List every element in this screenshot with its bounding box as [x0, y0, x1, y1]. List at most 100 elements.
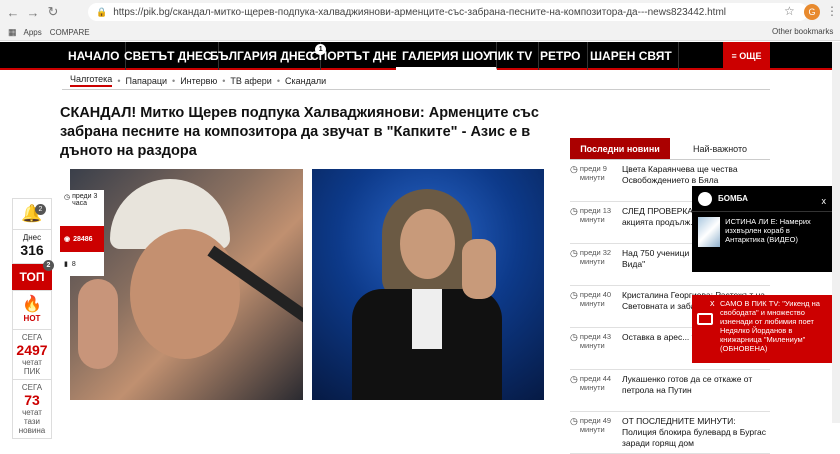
photo-hand — [78, 279, 118, 369]
clock-icon: ◷ — [570, 164, 578, 174]
list-item[interactable]: ◷ преди 44 минути Лукашенко готов да се от… — [570, 370, 770, 412]
separator: • — [222, 75, 226, 86]
nav-bulgaria-label: БЪЛГАРИЯ ДНЕС — [210, 49, 315, 63]
subnav-item[interactable]: Чалготека — [70, 74, 113, 87]
popup-thumbnail — [698, 217, 721, 247]
more-menu-button[interactable]: ≡ ОЩЕ — [723, 42, 770, 70]
close-icon[interactable]: x — [822, 196, 827, 206]
top-label: ТОП — [19, 270, 45, 284]
readers-site: СЕГА 2497 четат ПИК — [12, 330, 52, 380]
nav-pik-tv[interactable]: ПИК TV — [483, 42, 540, 70]
subnav-item[interactable]: Папараци — [125, 76, 167, 86]
clock-icon: ◷ — [570, 248, 578, 258]
star-icon[interactable]: ☆ — [784, 4, 795, 18]
scrollbar[interactable] — [832, 42, 840, 423]
news-headline: ОТ ПОСЛЕДНИТЕ МИНУТИ: Полиция блокира бу… — [622, 416, 766, 448]
nav-colorful-world[interactable]: ШАРЕН СВЯТ — [584, 42, 679, 70]
news-time-text: преди 40 минути — [579, 290, 612, 308]
today-stat: Днес 316 — [12, 230, 52, 264]
subnav-item[interactable]: ТВ афери — [230, 76, 271, 86]
popup-body: ИСТИНА ЛИ Е: Намерих изхвърлен кораб в А… — [692, 212, 832, 252]
forward-icon[interactable]: → — [26, 5, 40, 20]
posted-time: ◷ преди 3 часа — [60, 190, 104, 226]
article-photo-shterev[interactable] — [70, 169, 303, 400]
article-photo-performer[interactable] — [312, 169, 544, 400]
news-headline: Лукашенко готов да се откаже от петрола … — [622, 374, 753, 395]
comments-value: 8 — [71, 260, 76, 268]
bomb-popup[interactable]: БОМБА x ИСТИНА ЛИ Е: Намерих изхвърлен к… — [692, 186, 832, 272]
back-icon[interactable]: ← — [6, 5, 20, 20]
browser-toolbar: ← → ↻ 🔒 https://pik.bg/скандал-митко-щер… — [0, 0, 840, 24]
news-time-text: преди 13 минути — [579, 206, 612, 224]
pik-tv-popup[interactable]: x САМО В ПИК TV: "Уикенд на свободата" и… — [692, 295, 832, 363]
tv-icon — [697, 313, 713, 325]
clock-icon: ◷ — [570, 374, 578, 384]
popup-text: САМО В ПИК TV: "Уикенд на свободата" и м… — [720, 299, 820, 353]
lock-icon: 🔒 — [96, 6, 108, 17]
bookmark-compare[interactable]: COMPARE — [50, 28, 90, 37]
tab-most-important[interactable]: Най-важното — [670, 138, 770, 159]
photo-face — [130, 229, 240, 359]
photo-shirt — [412, 289, 442, 349]
notifications[interactable]: 🔔 2 — [12, 198, 52, 230]
readers-site-value: 2497 — [16, 342, 48, 358]
readers-site-caption: четат ПИК — [22, 358, 42, 376]
subnav-item[interactable]: Скандали — [285, 76, 326, 86]
news-time: ◷ преди 32 минути — [570, 248, 622, 281]
clock-icon: ◷ — [570, 290, 578, 300]
article-meta: ◷ преди 3 часа ◉ 28486 ▮ 8 — [60, 190, 104, 276]
sub-navigation: Чалготека • Папараци • Интервю • ТВ афери • … — [62, 72, 770, 90]
news-time: ◷ преди 44 минути — [570, 374, 622, 407]
today-value: 316 — [20, 242, 44, 258]
other-bookmarks[interactable]: Other bookmarks — [772, 27, 833, 36]
photo-hand — [462, 239, 496, 299]
top-button[interactable]: ТОП 2 — [12, 260, 54, 290]
clock-icon: ◷ — [570, 206, 578, 216]
news-time-text: преди 49 минути — [579, 416, 612, 434]
tab-latest-news[interactable]: Последни новини — [570, 138, 670, 159]
news-time-text: преди 9 минути — [579, 164, 607, 182]
readers-article-caption: четат тази новина — [18, 408, 46, 435]
bookmark-apps[interactable]: Apps — [24, 28, 42, 37]
notification-count: 2 — [35, 204, 46, 215]
bookmarks-bar: ▦ Apps COMPARE Other bookmarks — [0, 24, 840, 41]
reload-icon[interactable]: ↻ — [46, 4, 60, 20]
news-time: ◷ преди 43 минути — [570, 332, 622, 365]
address-bar[interactable]: 🔒 https://pik.bg/скандал-митко-щерев-под… — [88, 3, 808, 21]
news-time: ◷ преди 9 минути — [570, 164, 622, 197]
separator: • — [276, 75, 280, 86]
menu-dots-icon[interactable]: ⋮ — [826, 4, 838, 18]
now-label: СЕГА — [21, 333, 43, 342]
nav-retro[interactable]: РЕТРО — [534, 42, 588, 70]
left-stats-bar: 🔔 2 Днес 316 ТОП 2 🔥 HOT СЕГА 2497 четат ПИК С… — [12, 198, 54, 439]
news-time: ◷ преди 40 минути — [570, 290, 622, 323]
clock-icon: ◷ — [570, 416, 578, 426]
popup-header: БОМБА — [692, 186, 832, 212]
views-value: 28486 — [73, 235, 93, 243]
hot-button[interactable]: 🔥 HOT — [12, 290, 52, 330]
photo-face — [400, 209, 455, 279]
news-time-text: преди 32 минути — [579, 248, 612, 266]
apps-grid-icon[interactable]: ▦ — [8, 27, 16, 38]
clock-icon: ◷ — [64, 194, 71, 201]
now-label: СЕГА — [21, 383, 43, 392]
readers-article-value: 73 — [24, 392, 40, 408]
news-time: ◷ преди 49 минути — [570, 416, 622, 449]
nav-sport-label: СПОРТЪТ ДНЕС — [310, 49, 407, 63]
news-time-text: преди 43 минути — [579, 332, 612, 350]
comment-count[interactable]: ▮ 8 — [60, 252, 104, 276]
bomb-icon — [698, 191, 712, 206]
list-item[interactable]: ◷ преди 49 минути ОТ ПОСЛЕДНИТЕ МИНУТИ: По… — [570, 412, 770, 454]
readers-article: СЕГА 73 четат тази новина — [12, 380, 52, 439]
article-title: СКАНДАЛ! Митко Щерев подпука Халваджияно… — [60, 105, 539, 159]
url-text: https://pik.bg/скандал-митко-щерев-подпу… — [113, 6, 726, 18]
hot-label: HOT — [23, 314, 41, 323]
today-label: Днес — [22, 233, 42, 242]
extension-icon[interactable]: G — [804, 4, 820, 20]
flame-icon: 🔥 — [22, 296, 42, 313]
nav-home[interactable]: НАЧАЛО — [62, 42, 127, 70]
main-navigation: НАЧАЛО СВЕТЪТ ДНЕС БЪЛГАРИЯ ДНЕС 1 СПОРТЪ… — [0, 42, 840, 70]
news-tabs: Последни новини Най-важното — [570, 138, 770, 160]
subnav-item[interactable]: Интервю — [180, 76, 217, 86]
close-icon[interactable]: x — [710, 299, 715, 308]
